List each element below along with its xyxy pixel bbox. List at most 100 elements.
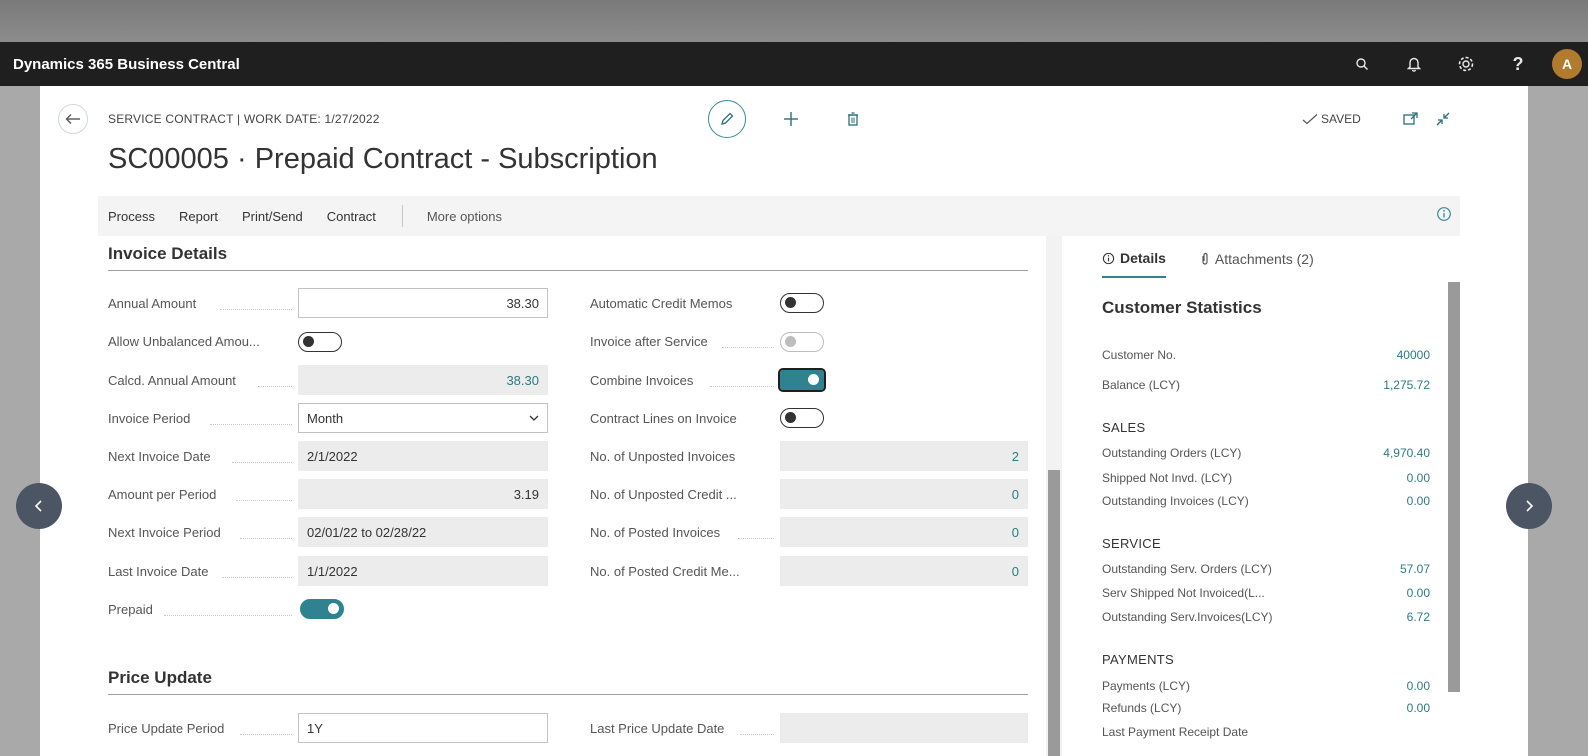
background-panel-left (0, 86, 40, 756)
tab-attachments-label: Attachments (2) (1214, 251, 1314, 267)
toggle-knob (808, 374, 819, 385)
action-separator (401, 205, 403, 227)
invoice-after-service-toggle[interactable] (780, 332, 824, 352)
contract-lines-on-invoice-toggle[interactable] (780, 408, 824, 428)
open-in-new-window-button[interactable] (1402, 110, 1420, 128)
next-record-button[interactable] (1506, 483, 1552, 529)
allow-unbalanced-amounts-toggle[interactable] (298, 332, 342, 352)
outstanding-serv-orders-value[interactable]: 57.07 (1400, 562, 1430, 576)
search-icon[interactable] (1336, 42, 1388, 86)
collapse-icon (1436, 112, 1450, 126)
automatic-credit-memos-toggle[interactable] (780, 293, 824, 313)
no-of-unposted-invoices-field[interactable]: 2 (780, 441, 1028, 471)
next-invoice-period-field[interactable]: 02/01/22 to 02/28/22 (298, 517, 548, 547)
invoice-after-service-label: Invoice after Service (590, 334, 708, 349)
action-contract[interactable]: Contract (317, 209, 390, 224)
outstanding-invoices-value[interactable]: 0.00 (1407, 494, 1430, 508)
calcd-annual-amount-field[interactable]: 38.30 (298, 365, 548, 395)
shipped-not-invd-label: Shipped Not Invd. (LCY) (1102, 471, 1233, 485)
app-title: Dynamics 365 Business Central (13, 55, 240, 73)
plus-icon (784, 112, 798, 126)
factbox-scrollbar[interactable] (1448, 282, 1460, 692)
combine-invoices-toggle[interactable] (778, 368, 826, 392)
price-update-title[interactable]: Price Update (108, 668, 212, 688)
last-price-update-date-label: Last Price Update Date (590, 721, 725, 736)
app-bar-icons: ? A (1336, 42, 1588, 86)
calcd-annual-amount-label: Calcd. Annual Amount (108, 373, 236, 388)
shipped-not-invd-value[interactable]: 0.00 (1407, 471, 1430, 485)
last-payment-receipt-date-label: Last Payment Receipt Date (1102, 725, 1249, 739)
calcd-annual-amount-value: 38.30 (506, 372, 539, 388)
dot-leader (210, 424, 292, 425)
service-group-title: SERVICE (1102, 536, 1161, 551)
invoice-details-rule (108, 270, 1028, 271)
new-button[interactable] (778, 106, 804, 132)
price-update-period-input[interactable]: 1Y (298, 713, 548, 743)
prepaid-toggle[interactable] (300, 599, 344, 619)
invoice-details-title[interactable]: Invoice Details (108, 244, 227, 264)
no-of-unposted-credit-memos-value: 0 (1011, 486, 1019, 502)
next-invoice-period-label: Next Invoice Period (108, 525, 221, 540)
no-of-unposted-credit-memos-field[interactable]: 0 (780, 479, 1028, 509)
factbox-toggle-button[interactable] (1436, 206, 1456, 226)
content-scrollbar-thumb[interactable] (1048, 470, 1060, 756)
checkmark-icon (1302, 114, 1318, 125)
no-of-posted-credit-memos-field[interactable]: 0 (780, 556, 1028, 586)
dot-leader (164, 615, 292, 616)
next-invoice-period-value: 02/01/22 to 02/28/22 (307, 524, 427, 540)
annual-amount-input[interactable]: 38.30 (298, 288, 548, 318)
last-price-update-date-field[interactable] (780, 713, 1028, 743)
action-report[interactable]: Report (169, 209, 232, 224)
dot-leader (240, 538, 292, 539)
dot-leader (232, 462, 292, 463)
browser-top-strip (0, 0, 1588, 42)
invoice-period-select[interactable]: Month (298, 403, 548, 433)
outstanding-invoices-label: Outstanding Invoices (LCY) (1102, 494, 1249, 508)
allow-unbalanced-amounts-label: Allow Unbalanced Amou... (108, 334, 260, 349)
refunds-lcy-label: Refunds (LCY) (1102, 701, 1182, 715)
action-print-send[interactable]: Print/Send (232, 209, 317, 224)
payments-lcy-value[interactable]: 0.00 (1407, 679, 1430, 693)
collapse-button[interactable] (1434, 110, 1452, 128)
avatar[interactable]: A (1552, 49, 1582, 79)
tab-attachments[interactable]: Attachments (2) (1200, 250, 1314, 278)
no-of-posted-credit-memos-value: 0 (1011, 563, 1019, 579)
help-icon[interactable]: ? (1492, 42, 1544, 86)
open-new-window-icon (1403, 112, 1418, 125)
background-panel-right (1528, 86, 1588, 756)
outstanding-serv-invoices-value[interactable]: 6.72 (1407, 610, 1430, 624)
bell-icon[interactable] (1388, 42, 1440, 86)
price-update-period-value: 1Y (307, 720, 323, 736)
back-button[interactable] (58, 104, 88, 134)
no-of-posted-invoices-field[interactable]: 0 (780, 517, 1028, 547)
trash-icon (848, 112, 858, 126)
action-more-options[interactable]: More options (417, 209, 516, 224)
serv-shipped-not-invoiced-value[interactable]: 0.00 (1407, 586, 1430, 600)
action-process[interactable]: Process (98, 209, 169, 224)
saved-label: SAVED (1321, 112, 1361, 126)
next-invoice-date-field[interactable]: 2/1/2022 (298, 441, 548, 471)
page-title: SC00005 · Prepaid Contract - Subscriptio… (108, 143, 658, 175)
annual-amount-label: Annual Amount (108, 296, 197, 311)
chevron-right-icon (1526, 500, 1534, 512)
tab-details[interactable]: Details (1102, 250, 1166, 278)
balance-lcy-value[interactable]: 1,275.72 (1383, 378, 1430, 392)
outstanding-serv-invoices-label: Outstanding Serv.Invoices(LCY) (1102, 610, 1273, 624)
sales-group-title: SALES (1102, 420, 1146, 435)
amount-per-period-field[interactable]: 3.19 (298, 479, 548, 509)
paperclip-icon (1202, 252, 1208, 265)
gear-icon[interactable] (1440, 42, 1492, 86)
customer-no-value[interactable]: 40000 (1397, 348, 1430, 362)
previous-record-button[interactable] (16, 483, 62, 529)
annual-amount-value: 38.30 (506, 295, 539, 311)
dot-leader (240, 734, 292, 735)
outstanding-orders-value[interactable]: 4,970.40 (1383, 446, 1430, 460)
refunds-lcy-value[interactable]: 0.00 (1407, 701, 1430, 715)
no-of-unposted-invoices-value: 2 (1011, 448, 1019, 464)
customer-statistics-title: Customer Statistics (1102, 298, 1262, 317)
delete-button[interactable] (842, 108, 864, 130)
outstanding-serv-orders-label: Outstanding Serv. Orders (LCY) (1102, 562, 1272, 576)
edit-button[interactable] (708, 100, 746, 138)
no-of-posted-invoices-label: No. of Posted Invoices (590, 525, 721, 540)
last-invoice-date-field[interactable]: 1/1/2022 (298, 556, 548, 586)
